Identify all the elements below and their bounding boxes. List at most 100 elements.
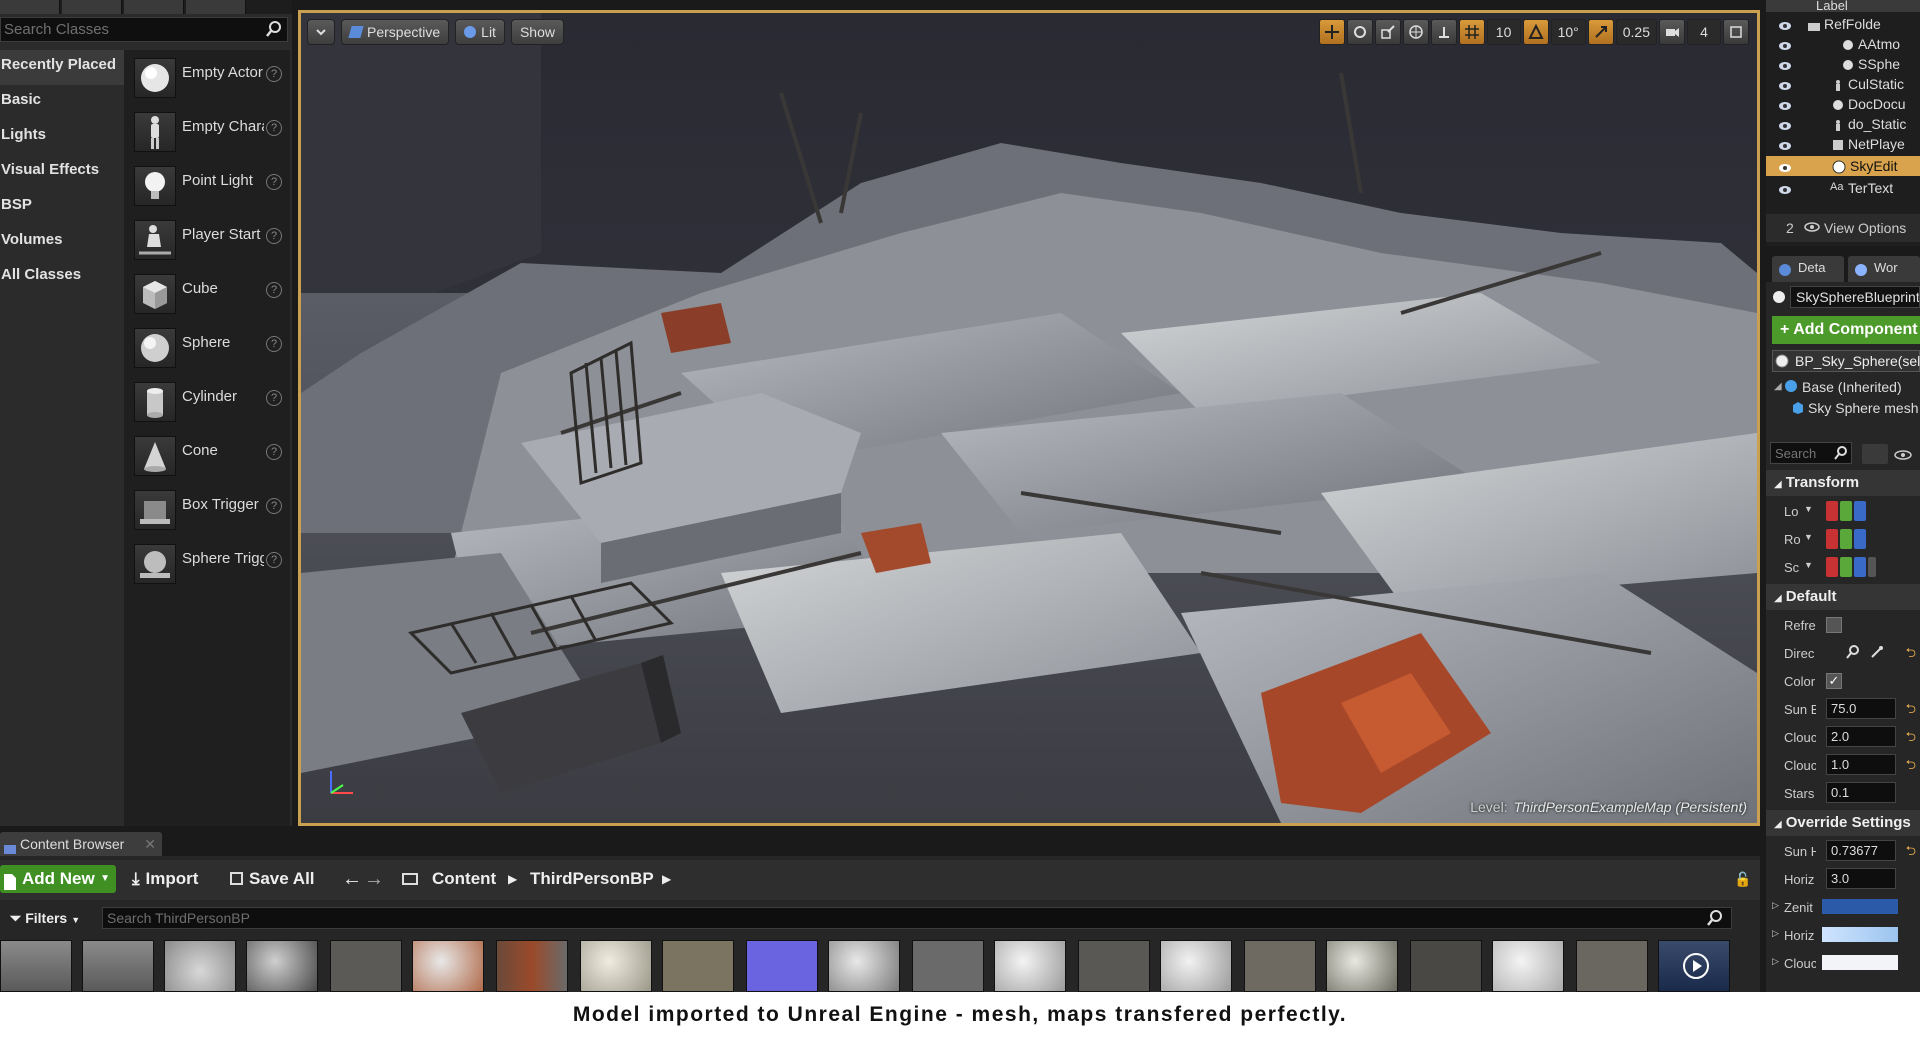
eye-icon[interactable] <box>1778 38 1792 54</box>
reset-to-default-icon[interactable]: ⮌ <box>1906 728 1916 750</box>
category-bsp[interactable]: BSP <box>0 190 124 225</box>
class-item[interactable]: Cube ? <box>124 270 290 318</box>
translate-mode-icon[interactable] <box>1318 19 1345 45</box>
outliner-row[interactable]: CulStatic <box>1766 74 1920 94</box>
class-item[interactable]: Cone ? <box>124 432 290 480</box>
reset-to-default-icon[interactable]: ⮌ <box>1906 644 1916 666</box>
asset-thumbnail[interactable] <box>164 940 236 992</box>
class-item[interactable]: Empty Character ? <box>124 108 290 156</box>
class-item[interactable]: Sphere Trigger ? <box>124 540 290 588</box>
outliner-row[interactable]: Aa TerText <box>1766 178 1920 198</box>
asset-thumbnail[interactable] <box>1244 940 1316 992</box>
folder-asset[interactable] <box>82 940 154 992</box>
reset-to-default-icon[interactable]: ⮌ <box>1906 842 1916 864</box>
perspective-button[interactable]: Perspective <box>341 19 450 45</box>
eye-icon[interactable] <box>1778 58 1792 74</box>
filters-button[interactable]: ⏷ Filters ▼ <box>0 906 80 930</box>
outliner-row[interactable]: AAtmo <box>1766 34 1920 54</box>
mode-tab-place[interactable] <box>0 0 60 14</box>
component-self-row[interactable]: BP_Sky_Sphere(self) <box>1772 350 1920 372</box>
asset-thumbnail[interactable] <box>1492 940 1564 992</box>
help-icon[interactable]: ? <box>266 552 282 568</box>
chevron-down-icon[interactable]: ▼ <box>1804 560 1813 570</box>
asset-thumbnail[interactable] <box>330 940 402 992</box>
outliner-row[interactable]: SSphe <box>1766 54 1920 74</box>
history-back-button[interactable]: ← <box>342 865 362 893</box>
cloud-speed-field[interactable]: 2.0 <box>1826 726 1896 747</box>
expand-arrow-icon[interactable]: ▷ <box>1772 900 1779 911</box>
asset-thumbnail[interactable] <box>246 940 318 992</box>
eye-icon[interactable] <box>1778 118 1792 134</box>
expand-arrow-icon[interactable]: ▷ <box>1772 928 1779 939</box>
scale-mode-icon[interactable] <box>1374 19 1401 45</box>
rotation-snap-icon[interactable] <box>1522 19 1549 45</box>
asset-thumbnail[interactable] <box>662 940 734 992</box>
search-icon[interactable] <box>1834 446 1848 464</box>
save-all-button[interactable]: Save All <box>230 865 315 893</box>
eye-icon[interactable] <box>1894 448 1912 465</box>
category-visual-effects[interactable]: Visual Effects <box>0 155 124 190</box>
zenith-color-swatch[interactable] <box>1822 899 1898 914</box>
help-icon[interactable]: ? <box>266 444 282 460</box>
sun-height-field[interactable]: 0.73677 <box>1826 840 1896 861</box>
location-xyz-fields[interactable] <box>1826 501 1866 521</box>
help-icon[interactable]: ? <box>266 66 282 82</box>
scale-snap-value[interactable]: 0.25 <box>1615 19 1657 45</box>
outliner-label-column[interactable]: Label <box>1816 0 1848 12</box>
help-icon[interactable]: ? <box>266 498 282 514</box>
class-item[interactable]: Cylinder ? <box>124 378 290 426</box>
help-icon[interactable]: ? <box>266 174 282 190</box>
tab-world-settings[interactable]: Wor <box>1848 256 1920 282</box>
property-matrix-icon[interactable] <box>1862 444 1888 464</box>
show-button[interactable]: Show <box>510 19 564 45</box>
level-viewport[interactable]: Perspective Lit Show 10 10° 0.25 4 Level… <box>298 10 1760 826</box>
search-classes-input[interactable] <box>1 18 261 41</box>
viewport-options-button[interactable] <box>307 19 335 45</box>
outliner-row[interactable]: RefFolde <box>1766 14 1920 34</box>
lit-button[interactable]: Lit <box>455 19 505 45</box>
category-volumes[interactable]: Volumes <box>0 225 124 260</box>
asset-thumbnail[interactable] <box>912 940 984 992</box>
colors-checkbox[interactable]: ✓ <box>1826 673 1842 689</box>
class-item[interactable]: Point Light ? <box>124 162 290 210</box>
camera-speed-value[interactable]: 4 <box>1687 19 1721 45</box>
outliner-row[interactable]: do_Static <box>1766 114 1920 134</box>
search-icon[interactable] <box>266 21 282 41</box>
actor-name-field[interactable]: SkySphereBlueprint <box>1790 286 1920 308</box>
class-item[interactable]: Sphere ? <box>124 324 290 372</box>
outliner-row[interactable]: DocDocu <box>1766 94 1920 114</box>
breadcrumb-separator-icon[interactable]: ▶ <box>508 865 517 893</box>
grid-snap-icon[interactable] <box>1458 19 1485 45</box>
import-button[interactable]: ⤓ Import <box>132 865 198 893</box>
world-space-icon[interactable] <box>1402 19 1429 45</box>
mode-tab-landscape[interactable] <box>124 0 184 14</box>
asset-thumbnail[interactable] <box>828 940 900 992</box>
category-basic[interactable]: Basic <box>0 85 124 120</box>
class-item[interactable]: Empty Actor ? <box>124 54 290 102</box>
eye-icon[interactable] <box>1778 138 1792 154</box>
asset-thumbnail[interactable] <box>1160 940 1232 992</box>
scale-snap-icon[interactable] <box>1587 19 1614 45</box>
category-recently-placed[interactable]: Recently Placed <box>0 50 124 85</box>
camera-speed-icon[interactable] <box>1659 19 1685 45</box>
cloud-color-swatch[interactable] <box>1822 955 1898 970</box>
tab-content-browser[interactable]: Content Browser ✕ <box>0 832 162 856</box>
mode-tab-foliage[interactable] <box>186 0 246 14</box>
outliner-row[interactable]: NetPlaye <box>1766 134 1920 154</box>
maximize-viewport-icon[interactable] <box>1723 19 1749 45</box>
reset-to-default-icon[interactable]: ⮌ <box>1906 700 1916 722</box>
breadcrumb-thirdpersonbp[interactable]: ThirdPersonBP <box>530 865 654 893</box>
history-forward-button[interactable]: → <box>364 865 384 893</box>
asset-thumbnail[interactable] <box>412 940 484 992</box>
section-default[interactable]: ◢ Default <box>1766 584 1920 610</box>
asset-thumbnail[interactable] <box>746 940 818 992</box>
help-icon[interactable]: ? <box>266 390 282 406</box>
eye-icon[interactable] <box>1778 160 1792 176</box>
component-base-row[interactable]: ◢ Base (Inherited) <box>1772 376 1920 398</box>
help-icon[interactable]: ? <box>266 282 282 298</box>
path-root-button[interactable] <box>402 865 428 893</box>
lock-icon[interactable]: 🔓 <box>1734 865 1751 893</box>
blueprint-asset[interactable] <box>1658 940 1730 992</box>
tab-details[interactable]: Deta <box>1772 256 1844 282</box>
breadcrumb-content[interactable]: Content <box>432 865 496 893</box>
